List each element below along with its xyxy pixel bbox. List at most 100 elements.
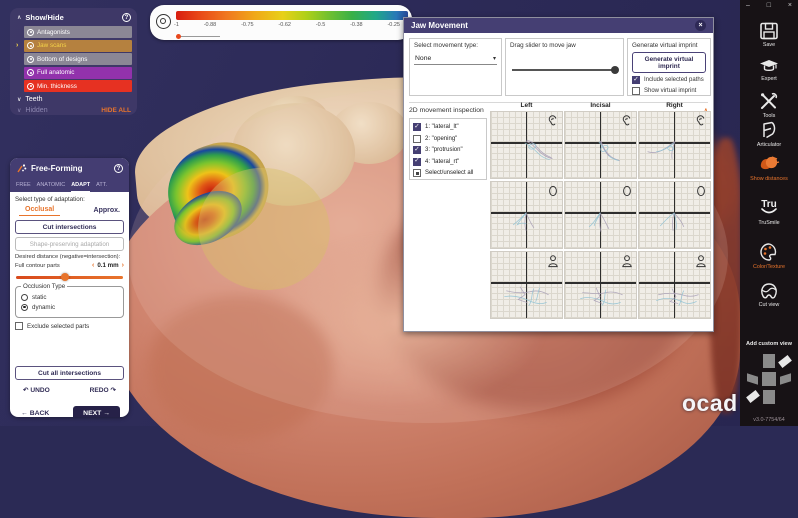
jaw-slider[interactable] xyxy=(510,65,619,75)
undo-button[interactable]: ↶ UNDO xyxy=(23,386,50,394)
shape-preserving-button: Shape-preserving adaptation xyxy=(15,237,124,251)
show-virtual-imprint-checkbox[interactable]: Show virtual imprint xyxy=(632,87,706,95)
sidebar-show-distances[interactable]: Show distances xyxy=(740,154,798,182)
ear-icon xyxy=(695,114,707,128)
sidebar-cut-view[interactable]: Cut view xyxy=(740,281,798,308)
stepper-left-icon[interactable]: ‹ xyxy=(92,262,94,269)
sidebar-articulator[interactable]: Articulator xyxy=(740,120,798,148)
show-hide-item-antagonists[interactable]: Antagonists xyxy=(24,26,132,38)
eye-icon xyxy=(27,69,34,76)
movement-chart-cell xyxy=(490,111,563,179)
right-sidebar: – □ × Save Expert Tools Articulator xyxy=(740,0,798,426)
show-hide-item-min-thickness[interactable]: Min. thickness xyxy=(24,80,132,92)
cut-all-intersections-button[interactable]: Cut all intersections xyxy=(15,366,124,380)
show-distances-icon xyxy=(757,154,781,174)
range-slider-handle[interactable] xyxy=(176,34,181,39)
movement-type-section: Select movement type: None ▾ xyxy=(409,38,502,96)
color-scale: -1 -0.88 -0.75 -0.62 -0.5 -0.38 -0.25 xyxy=(150,5,412,40)
view-cube-control[interactable] xyxy=(747,352,791,404)
chevron-down-icon: ▾ xyxy=(493,55,496,62)
add-custom-view-label[interactable]: Add custom view xyxy=(740,341,798,347)
tab-free[interactable]: FREE xyxy=(16,179,31,192)
distance-slider-handle[interactable] xyxy=(61,273,69,281)
help-icon[interactable]: ? xyxy=(122,13,131,22)
collapse-icon[interactable]: ∧ xyxy=(17,14,21,21)
tick-label: -0.62 xyxy=(278,22,291,28)
movement-chart-cell xyxy=(490,181,563,249)
subtab-approx[interactable]: Approx. xyxy=(94,206,120,216)
sidebar-save[interactable]: Save xyxy=(740,22,798,48)
sidebar-tools[interactable]: Tools xyxy=(740,92,798,119)
checkbox-checked-icon: ✓ xyxy=(413,123,421,131)
adaptation-label: Select type of adaptation: xyxy=(15,196,124,203)
articulator-icon xyxy=(759,120,779,140)
expert-icon xyxy=(758,57,780,74)
path-checkbox-lateral-lt[interactable]: ✓ 1: "lateral_lt" xyxy=(413,123,483,131)
show-hide-item-jaw-scans[interactable]: › Jaw scans xyxy=(24,40,132,52)
select-unselect-all-checkbox[interactable]: Select/unselect all xyxy=(413,169,483,177)
tab-anatomic[interactable]: ANATOMIC xyxy=(37,179,66,192)
show-hide-item-full-anatomic[interactable]: Full anatomic xyxy=(24,67,132,79)
range-slider[interactable] xyxy=(176,34,220,39)
help-icon[interactable]: ? xyxy=(114,164,123,173)
save-icon xyxy=(759,22,779,40)
checkbox-icon xyxy=(413,135,421,143)
contour-label: Full contour parts xyxy=(15,263,60,269)
radio-dynamic[interactable]: dynamic xyxy=(21,304,118,311)
teeth-section[interactable]: ∨ Teeth xyxy=(17,96,131,103)
jaw-slider-section: Drag slider to move jaw xyxy=(505,38,624,96)
sidebar-expert[interactable]: Expert xyxy=(740,57,798,82)
path-checkbox-lateral-rt[interactable]: ✓ 4: "lateral_rt" xyxy=(413,158,483,166)
eye-icon xyxy=(27,56,34,63)
cut-view-icon xyxy=(758,281,780,300)
window-close-button[interactable]: × xyxy=(788,2,792,9)
sidebar-color-texture[interactable]: Color/Texture xyxy=(740,242,798,270)
eye-icon xyxy=(27,42,34,49)
stepper-right-icon[interactable]: › xyxy=(122,262,124,269)
subtab-occlusal[interactable]: Occlusal xyxy=(19,206,60,216)
distance-slider[interactable] xyxy=(16,272,123,281)
movement-chart-cell xyxy=(490,251,563,319)
show-hide-item-bottom-of-designs[interactable]: Bottom of designs xyxy=(24,53,132,65)
movement-chart-cell xyxy=(564,111,637,179)
next-button[interactable]: NEXT → xyxy=(73,406,120,417)
path-checkbox-protrusion[interactable]: ✓ 3: "protrusion" xyxy=(413,146,483,154)
checkbox-icon xyxy=(632,87,640,95)
sidebar-trusmile[interactable]: Tru TruSmile xyxy=(740,196,798,226)
colormap-settings-icon[interactable] xyxy=(156,14,171,29)
hide-all-button[interactable]: HIDE ALL xyxy=(101,107,131,114)
desired-distance-label: Desired distance (negative=intersection)… xyxy=(15,254,124,260)
generate-virtual-imprint-button[interactable]: Generate virtual imprint xyxy=(632,52,706,73)
person-icon xyxy=(547,254,559,268)
distance-gradient-bar xyxy=(176,11,408,20)
exclude-selected-parts-checkbox[interactable]: Exclude selected parts xyxy=(15,322,124,330)
maximize-button[interactable]: □ xyxy=(767,2,771,9)
expand-icon: ∨ xyxy=(17,107,21,114)
eye-icon xyxy=(27,29,34,36)
checkbox-icon xyxy=(15,322,23,330)
movement-type-select[interactable]: None ▾ xyxy=(414,53,497,65)
jaw-slider-handle[interactable] xyxy=(611,66,619,74)
hidden-section[interactable]: ∨ Hidden HIDE ALL xyxy=(17,107,131,114)
trusmile-icon: Tru xyxy=(756,196,782,218)
radio-static[interactable]: static xyxy=(21,294,118,301)
cut-intersections-button[interactable]: Cut intersections xyxy=(15,220,124,234)
virtual-imprint-section: Generate virtual imprint Generate virtua… xyxy=(627,38,711,96)
path-checkbox-opening[interactable]: 2: "opening" xyxy=(413,135,483,143)
movement-chart-cell xyxy=(638,251,711,319)
radio-selected-icon xyxy=(21,304,28,311)
back-button[interactable]: ← BACK xyxy=(21,410,49,417)
eye-icon xyxy=(27,83,34,90)
minimize-button[interactable]: – xyxy=(746,2,750,9)
close-icon[interactable]: × xyxy=(695,20,706,31)
redo-button[interactable]: REDO ↷ xyxy=(90,386,116,394)
free-forming-tabs: FREE ANATOMIC ADAPT ATT. xyxy=(10,179,129,192)
tab-adapt[interactable]: ADAPT xyxy=(71,179,90,192)
column-header-right: Right xyxy=(638,102,711,109)
dialog-titlebar[interactable]: Jaw Movement × xyxy=(404,18,713,33)
show-hide-panel: ∧ Show/Hide ? Antagonists › Jaw scans Bo… xyxy=(10,8,137,115)
person-icon xyxy=(621,254,633,268)
tab-att[interactable]: ATT. xyxy=(96,179,107,192)
svg-text:Tru: Tru xyxy=(761,199,777,210)
include-selected-paths-checkbox[interactable]: ✓ Include selected paths xyxy=(632,76,706,84)
